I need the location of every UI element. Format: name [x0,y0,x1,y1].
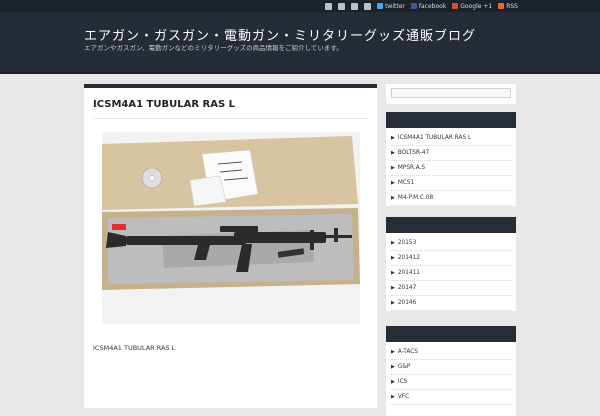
arrow-icon: ▶ [391,255,395,261]
list-item[interactable]: ▶ 20153 [391,236,511,251]
arrow-icon: ▶ [391,270,395,276]
list-item[interactable]: ▶ M4-P.M.C.08 [391,191,511,206]
facebook-icon [410,3,417,9]
google-plus-icon [452,3,459,9]
list-item-label: ICS [397,379,408,385]
list-item-label: 20153 [397,240,417,246]
rss-link[interactable]: RSS [498,3,518,10]
twitter-link[interactable]: twitter [377,3,405,10]
recent-posts-list: ▶ ICSM4A1 TUBULAR RAS L ▶ BOLTSR-47 ▶ MPSR.… [386,128,516,206]
list-item-label: M4-P.M.C.08 [397,195,434,201]
post-title[interactable]: ICSM4A1 TUBULAR RAS L [93,99,235,110]
widget-header [386,326,516,342]
grid-icon[interactable] [364,2,372,10]
arrow-icon: ▶ [391,180,395,186]
arrow-icon: ▶ [391,285,395,291]
list-item-label: 20146 [397,300,417,306]
main-content: ICSM4A1 TUBULAR RAS L ICSM4A1 TUBULAR RA… [84,84,377,408]
arrow-icon: ▶ [391,135,395,141]
rss-icon [498,3,505,9]
arrow-icon: ▶ [391,300,395,306]
arrow-icon: ▶ [391,240,395,246]
mail-icon[interactable] [325,2,333,10]
list-item[interactable]: ▶ 201411 [391,266,511,281]
list-item[interactable]: ▶ 20147 [391,281,511,296]
list-item-label: 201412 [397,255,420,261]
list-item[interactable]: ▶ 20146 [391,296,511,311]
list-item-label: MPSR.A.S [397,165,426,171]
divider [93,118,368,119]
google-plus-label: Google +1 [460,2,493,10]
twitter-label: twitter [385,2,405,10]
list-item-label: A-TACS [397,349,418,355]
widget-header [386,112,516,128]
list-item[interactable]: ▶ MC51 [391,176,511,191]
arrow-icon: ▶ [391,364,395,370]
list-item-label: 201411 [397,270,420,276]
categories-widget: ▶ A-TACS ▶ G&P ▶ ICS ▶ VFC [386,326,516,416]
site-description: エアガンやガスガン、電動ガンなどのミリタリーグッズの商品情報をご紹介しています。 [84,44,343,52]
product-image [102,132,360,324]
top-bar: twitter facebook Google +1 RSS [0,0,600,12]
archives-list: ▶ 20153 ▶ 201412 ▶ 201411 ▶ 20147 ▶ 20146 [386,233,516,311]
google-plus-link[interactable]: Google +1 [452,3,492,10]
list-item[interactable]: ▶ ICSM4A1 TUBULAR RAS L [391,131,511,146]
list-item[interactable]: ▶ MPSR.A.S [391,161,511,176]
social-links: twitter facebook Google +1 RSS [325,0,518,12]
list-item-label: BOLTSR-47 [397,150,430,156]
facebook-label: facebook [418,2,447,10]
arrow-icon: ▶ [391,150,395,156]
site-header: エアガン・ガスガン・電動ガン・ミリタリーグッズ通販ブログ エアガンやガスガン、電… [0,12,600,74]
arrow-icon: ▶ [391,394,395,400]
list-item[interactable]: ▶ 201412 [391,251,511,266]
product-photo [102,132,360,324]
facebook-link[interactable]: facebook [410,2,447,10]
twitter-icon [377,3,384,9]
home-icon[interactable] [351,2,359,10]
search-widget [386,84,516,104]
categories-list: ▶ A-TACS ▶ G&P ▶ ICS ▶ VFC [386,342,516,405]
list-item[interactable]: ▶ VFC [391,390,511,405]
list-item[interactable]: ▶ G&P [391,360,511,375]
archives-widget: ▶ 20153 ▶ 201412 ▶ 201411 ▶ 20147 ▶ 20146 [386,217,516,311]
list-item[interactable]: ▶ A-TACS [391,345,511,360]
arrow-icon: ▶ [391,349,395,355]
list-item-label: 20147 [397,285,417,291]
list-item-label: ICSM4A1 TUBULAR RAS L [397,135,472,141]
post-caption: ICSM4A1 TUBULAR RAS L [93,344,176,352]
list-item[interactable]: ▶ ICS [391,375,511,390]
list-item-label: VFC [397,394,410,400]
list-item-label: G&P [397,364,411,370]
user-icon[interactable] [338,2,346,10]
search-input[interactable] [391,88,511,98]
rss-label: RSS [506,2,518,10]
arrow-icon: ▶ [391,195,395,201]
list-item-label: MC51 [397,180,415,186]
widget-header [386,217,516,233]
recent-posts-widget: ▶ ICSM4A1 TUBULAR RAS L ▶ BOLTSR-47 ▶ MPSR.… [386,112,516,206]
list-item[interactable]: ▶ BOLTSR-47 [391,146,511,161]
arrow-icon: ▶ [391,165,395,171]
arrow-icon: ▶ [391,379,395,385]
